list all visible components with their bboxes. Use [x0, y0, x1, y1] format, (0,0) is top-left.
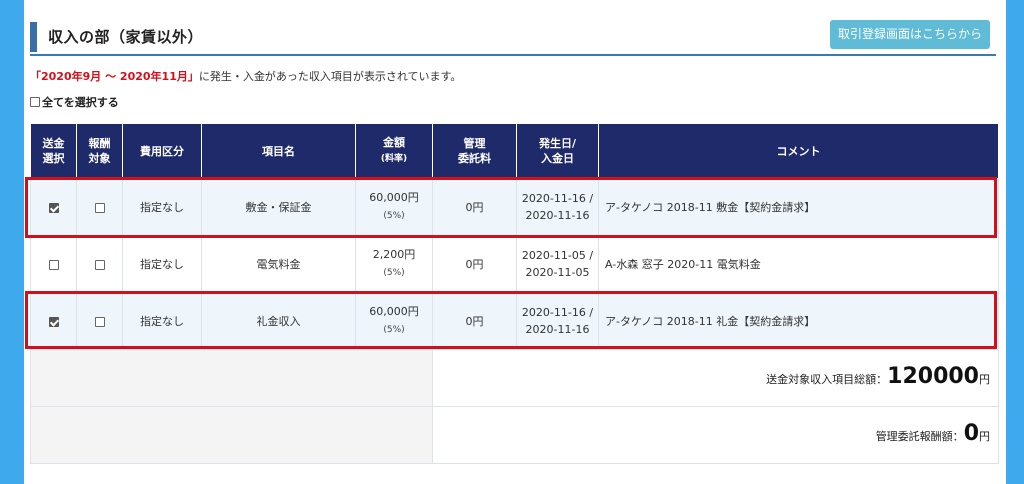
comment-cell: ア-タケノコ 2018-11 礼金【契約金請求】 — [598, 292, 999, 350]
col-category: 費用区分 — [122, 123, 202, 179]
select-all-label: 全てを選択する — [42, 96, 119, 109]
fee-cell: 0円 — [432, 178, 517, 236]
col-item-name: 項目名 — [201, 123, 356, 179]
fee-total-unit: 円 — [979, 430, 990, 443]
total-row-send: 送金対象収入項目総額：120000円 — [30, 349, 999, 407]
send-total: 送金対象収入項目総額：120000円 — [432, 349, 999, 407]
reward-target-checkbox[interactable] — [94, 202, 105, 213]
category-cell: 指定なし — [122, 235, 202, 293]
dates-cell: 2020-11-16 /2020-11-16 — [516, 292, 599, 350]
income-panel: 収入の部（家賃以外） 取引登録画面はこちらから 「2020年9月 〜 2020年… — [24, 0, 1006, 484]
send-select-checkbox[interactable] — [48, 202, 59, 213]
reward-target-checkbox[interactable] — [94, 316, 105, 327]
col-dates: 発生日/ 入金日 — [516, 123, 599, 179]
table-header-row: 送金 選択 報酬 対象 費用区分 項目名 金額 (料率) 管理 委託料 発生日/ … — [30, 123, 999, 179]
fee-total-value: 0 — [963, 421, 979, 446]
col-reward-target: 報酬 対象 — [76, 123, 123, 179]
col-send-select: 送金 選択 — [30, 123, 77, 179]
reward-target-checkbox[interactable] — [94, 259, 105, 270]
dates-cell: 2020-11-05 /2020-11-05 — [516, 235, 599, 293]
section-title: 収入の部（家賃以外） — [48, 28, 204, 46]
table-row: 指定なし 礼金収入 60,000円 (5%) 0円 2020-11-16 /202… — [30, 292, 999, 350]
register-transaction-button[interactable]: 取引登録画面はこちらから — [830, 20, 990, 49]
item-name-cell: 礼金収入 — [201, 292, 356, 350]
fee-total: 管理委託報酬額：0円 — [432, 406, 999, 464]
item-name-cell: 電気料金 — [201, 235, 356, 293]
col-amount: 金額 (料率) — [355, 123, 433, 179]
category-cell: 指定なし — [122, 178, 202, 236]
send-select-checkbox[interactable] — [48, 316, 59, 327]
amount-cell: 60,000円 (5%) — [355, 178, 433, 236]
total-row-fee: 管理委託報酬額：0円 — [30, 406, 999, 464]
dates-cell: 2020-11-16 /2020-11-16 — [516, 178, 599, 236]
table-row: 指定なし 電気料金 2,200円 (5%) 0円 2020-11-05 /2020… — [30, 235, 999, 293]
fee-cell: 0円 — [432, 235, 517, 293]
item-name-cell: 敷金・保証金 — [201, 178, 356, 236]
fee-total-label: 管理委託報酬額： — [875, 430, 964, 443]
amount-cell: 60,000円 (5%) — [355, 292, 433, 350]
send-total-label: 送金対象収入項目総額： — [766, 373, 888, 386]
income-table: 送金 選択 報酬 対象 費用区分 項目名 金額 (料率) 管理 委託料 発生日/ … — [30, 123, 999, 464]
send-select-checkbox[interactable] — [48, 259, 59, 270]
category-cell: 指定なし — [122, 292, 202, 350]
col-comment: コメント — [598, 123, 999, 179]
notice-text: に発生・入金があった収入項目が表示されています。 — [198, 70, 462, 83]
period-notice: 「2020年9月 〜 2020年11月」に発生・入金があった収入項目が表示されて… — [30, 68, 461, 84]
select-all[interactable]: 全てを選択する — [30, 94, 119, 110]
period-range: 「2020年9月 〜 2020年11月」 — [30, 70, 199, 83]
section-marker — [30, 22, 37, 52]
col-management-fee: 管理 委託料 — [432, 123, 517, 179]
fee-cell: 0円 — [432, 292, 517, 350]
select-all-checkbox[interactable] — [30, 97, 40, 107]
send-total-value: 120000 — [887, 364, 979, 389]
table-row: 指定なし 敷金・保証金 60,000円 (5%) 0円 2020-11-16 /2… — [30, 178, 999, 236]
send-total-unit: 円 — [979, 373, 990, 386]
amount-cell: 2,200円 (5%) — [355, 235, 433, 293]
comment-cell: ア-タケノコ 2018-11 敷金【契約金請求】 — [598, 178, 999, 236]
comment-cell: A-水森 窓子 2020-11 電気料金 — [598, 235, 999, 293]
